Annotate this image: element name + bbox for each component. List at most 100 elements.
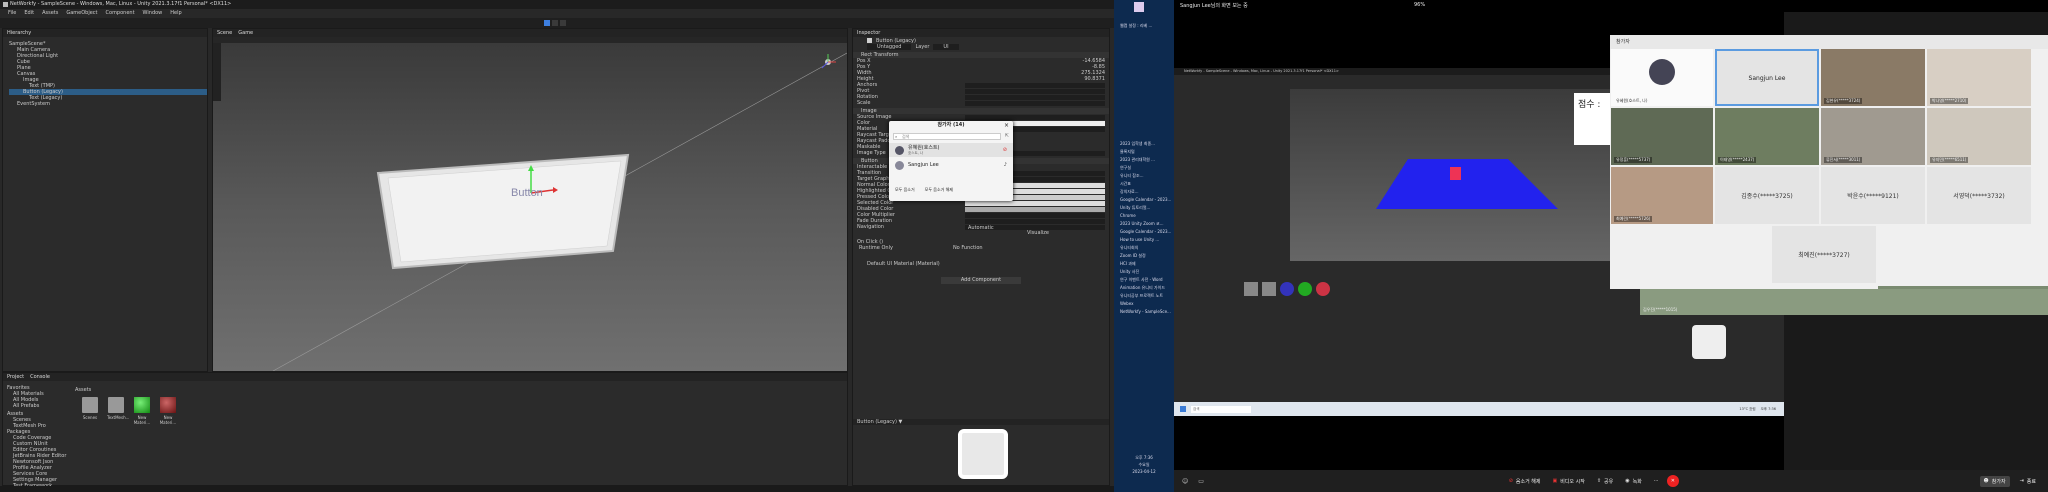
layer-dropdown[interactable]: UI bbox=[933, 44, 959, 50]
pause-button[interactable] bbox=[552, 20, 558, 26]
add-component-button[interactable]: Add Component bbox=[941, 277, 1021, 284]
inspector-tab[interactable]: Inspector bbox=[857, 29, 880, 37]
taskbar-item[interactable]: 연구실 bbox=[1114, 164, 1174, 172]
menu-gameobject[interactable]: GameObject bbox=[66, 9, 97, 18]
share-button[interactable]: ⇧ 공유 bbox=[1593, 476, 1617, 487]
taskbar-item[interactable]: How to use Unity ... bbox=[1114, 236, 1174, 244]
scene-tools-overlay[interactable] bbox=[213, 43, 221, 101]
runtime-dropdown[interactable]: Runtime Only bbox=[859, 245, 893, 251]
video-button[interactable]: ▣ 비디오 시작 bbox=[1548, 476, 1588, 487]
participant-tile[interactable]: 김현유(*****3724) bbox=[1821, 49, 1925, 106]
menu-component[interactable]: Component bbox=[106, 9, 135, 18]
menu-help[interactable]: Help bbox=[170, 9, 181, 18]
menu-window[interactable]: Window bbox=[143, 9, 163, 18]
taskbar-item[interactable]: 유니티 참조... bbox=[1114, 172, 1174, 180]
taskbar-item[interactable]: 유니티회의 bbox=[1114, 244, 1174, 252]
taskbar-item[interactable]: HCI 과제 bbox=[1114, 260, 1174, 268]
popout-icon[interactable]: ⇱ bbox=[1005, 133, 1009, 139]
tab-console[interactable]: Console bbox=[30, 373, 50, 381]
tab-project[interactable]: Project bbox=[7, 373, 24, 381]
participant-tile[interactable]: 유정훈(*****5737) bbox=[1611, 108, 1713, 165]
row-value[interactable]: 90.8371 bbox=[1084, 76, 1105, 82]
hierarchy-tab[interactable]: Hierarchy bbox=[7, 29, 31, 37]
tab-scene[interactable]: Scene bbox=[217, 29, 232, 37]
taskbar-item[interactable]: 연구 이벤트 사전 - Word bbox=[1114, 276, 1174, 284]
scene-view[interactable]: Button bbox=[213, 43, 847, 371]
active-checkbox[interactable] bbox=[867, 38, 872, 43]
taskbar-item[interactable]: 강의자료... bbox=[1114, 188, 1174, 196]
preview-label[interactable]: Button (Legacy) ▼ bbox=[853, 419, 1109, 425]
mute-button[interactable]: ⊘ 음소거 해제 bbox=[1505, 476, 1545, 487]
participant-tile[interactable]: 서영덕(*****3732) bbox=[1927, 167, 2031, 224]
taskbar-item[interactable]: NetWorkfy - SampleSce... bbox=[1114, 308, 1174, 316]
scene-gizmo-icon[interactable] bbox=[819, 53, 837, 71]
unmute-all-button[interactable]: 모두 음소거 해제 bbox=[925, 187, 953, 193]
taskbar-item[interactable]: 2023 Unity Zoom 코... bbox=[1114, 220, 1174, 228]
search-input[interactable]: 검색 bbox=[893, 133, 1001, 140]
breadcrumb[interactable]: Assets bbox=[75, 387, 91, 393]
participant-tile[interactable]: 유혜원(호스트, 나) bbox=[1611, 49, 1713, 106]
row-field[interactable] bbox=[965, 114, 1105, 120]
row-field[interactable] bbox=[965, 94, 1105, 100]
participant-tile[interactable]: 최예린(*****5726) bbox=[1611, 167, 1713, 224]
visualize-button[interactable]: Visualize bbox=[853, 230, 1109, 236]
leave-button[interactable]: ✕ bbox=[1666, 475, 1679, 487]
mic-icon[interactable]: ♪ bbox=[1004, 162, 1007, 168]
object-name[interactable]: Button (Legacy) bbox=[876, 38, 916, 44]
zoom-level[interactable]: 96% bbox=[1414, 2, 1425, 8]
default-material[interactable]: Default UI Material (Material) bbox=[853, 261, 1109, 267]
participant-row[interactable]: Sangjun Lee ♪ bbox=[889, 159, 1013, 171]
tab-game[interactable]: Game bbox=[238, 29, 253, 37]
muted-mic-icon[interactable]: ⊘ bbox=[1003, 147, 1007, 153]
taskbar-item[interactable]: 시간표 bbox=[1114, 180, 1174, 188]
reactions-icon[interactable]: ☺ bbox=[1182, 478, 1188, 485]
participant-row[interactable]: 유혜원(호스트) 호스트, 나 ⊘ bbox=[889, 143, 1013, 157]
row-field[interactable] bbox=[965, 212, 1105, 218]
close-icon[interactable]: × bbox=[1004, 122, 1009, 129]
taskbar-item[interactable]: Unity 사진 bbox=[1114, 268, 1174, 276]
mute-all-button[interactable]: 모두 음소거 bbox=[895, 187, 915, 193]
participant-tile[interactable]: 류진서(*****3011) bbox=[1821, 108, 1925, 165]
asset-item[interactable]: New Materi... bbox=[159, 397, 177, 425]
row-field[interactable] bbox=[965, 218, 1105, 224]
taskbar-item[interactable]: 뮬록지털 bbox=[1114, 148, 1174, 156]
hierarchy-item[interactable]: EventSystem bbox=[9, 101, 207, 107]
tag-dropdown[interactable]: Untagged bbox=[867, 44, 912, 50]
function-dropdown[interactable]: No Function bbox=[953, 245, 983, 251]
navigation-dropdown[interactable]: Automatic bbox=[965, 224, 1105, 231]
asset-item[interactable]: New Materi... bbox=[133, 397, 151, 425]
color-field[interactable] bbox=[965, 206, 1105, 212]
taskbar-item[interactable]: Google Calendar - 2023... bbox=[1114, 196, 1174, 204]
menu-assets[interactable]: Assets bbox=[42, 9, 58, 18]
taskbar-item[interactable]: Zoom ID 설정 bbox=[1114, 252, 1174, 260]
participant-tile[interactable]: 박윤수(*****9121) bbox=[1821, 167, 1925, 224]
participant-tile[interactable]: 유지민(*****6511) bbox=[1927, 108, 2031, 165]
more-button[interactable]: ⋯ bbox=[1650, 476, 1663, 486]
taskbar-item[interactable]: 웹캠 설정 : 리베 ... bbox=[1114, 22, 1174, 30]
participants-button[interactable]: ☻ 참가자 bbox=[1979, 475, 2010, 487]
step-button[interactable] bbox=[560, 20, 566, 26]
windows-start-icon[interactable] bbox=[1134, 2, 1144, 12]
asset-item[interactable]: TextMesh... bbox=[107, 397, 129, 420]
participant-tile-active[interactable]: Sangjun Lee bbox=[1715, 49, 1819, 106]
taskbar-item[interactable]: Chrome bbox=[1114, 212, 1174, 220]
row-field[interactable] bbox=[965, 82, 1105, 88]
asset-item[interactable]: Scenes bbox=[81, 397, 99, 420]
taskbar-item[interactable]: 2023 입학생 최종... bbox=[1114, 140, 1174, 148]
taskbar-item[interactable]: Webex bbox=[1114, 300, 1174, 308]
record-button[interactable]: ◉ 녹화 bbox=[1621, 476, 1646, 487]
taskbar-item[interactable]: 유니티공부 프로젝트 노트 bbox=[1114, 292, 1174, 300]
chat-icon[interactable]: ▭ bbox=[1198, 478, 1204, 485]
taskbar-item[interactable]: Animation 유니티 가이드 bbox=[1114, 284, 1174, 292]
participant-tile[interactable]: 김종수(*****3725) bbox=[1715, 167, 1819, 224]
participant-tile[interactable]: 박나영(*****2710) bbox=[1927, 49, 2031, 106]
participant-tile-video[interactable]: 김우진(*****1015) bbox=[1640, 289, 2048, 315]
menu-file[interactable]: File bbox=[8, 9, 16, 18]
participant-tile[interactable]: 최예진(*****3727) bbox=[1772, 226, 1876, 283]
row-field[interactable] bbox=[965, 100, 1105, 106]
taskbar-item[interactable]: 2023 관리대학원 ... bbox=[1114, 156, 1174, 164]
menu-edit[interactable]: Edit bbox=[24, 9, 34, 18]
end-button[interactable]: ⇥ 종료 bbox=[2016, 476, 2040, 487]
color-field[interactable] bbox=[965, 200, 1105, 206]
participant-tile[interactable]: 이태영(*****2437) bbox=[1715, 108, 1819, 165]
